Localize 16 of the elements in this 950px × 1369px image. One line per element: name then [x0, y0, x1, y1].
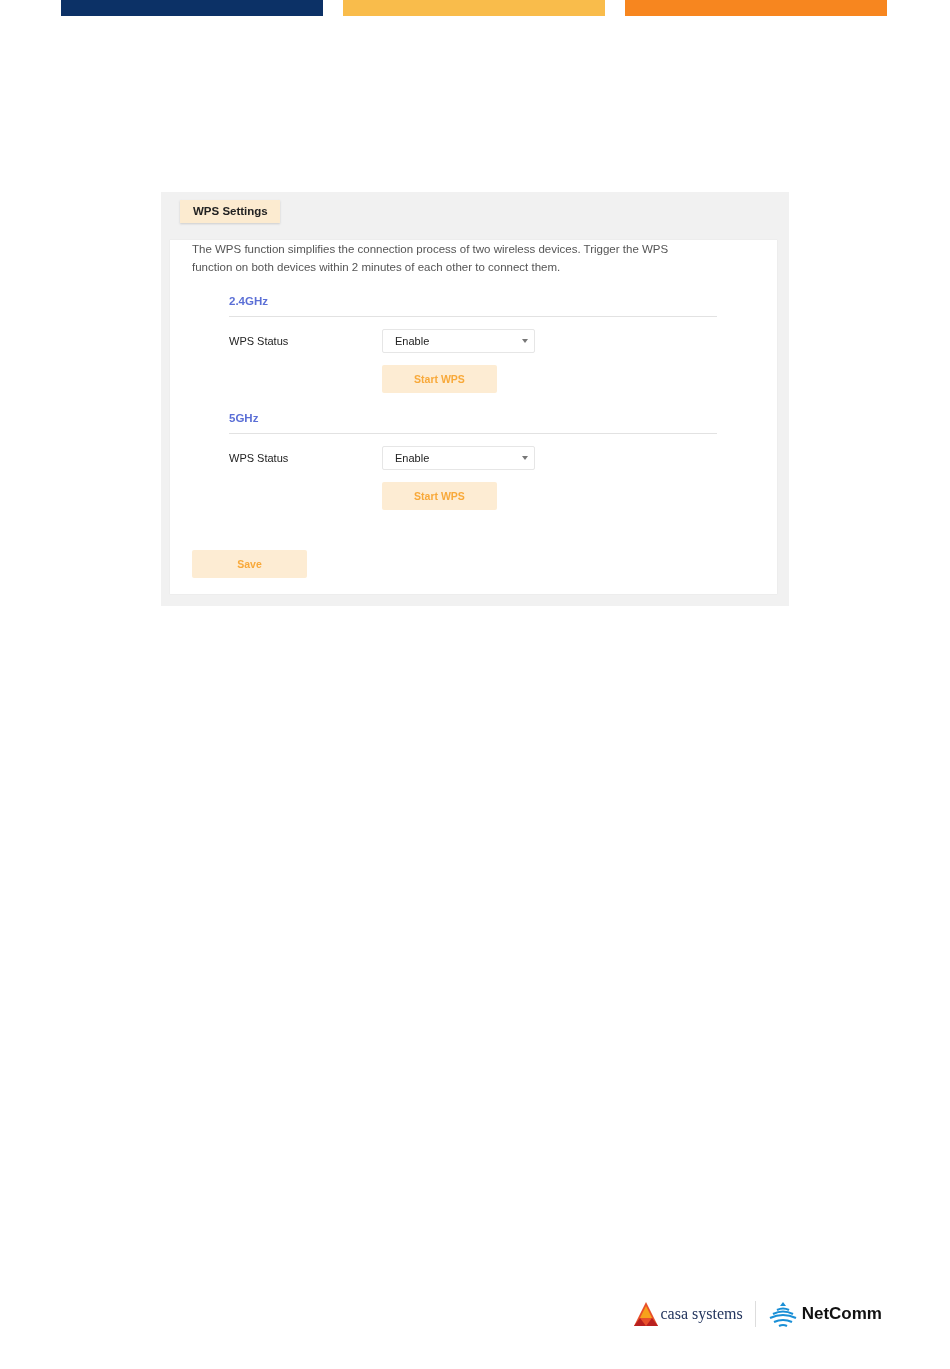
caret-icon [522, 339, 528, 343]
brand-name: casa systems [660, 1305, 743, 1323]
field-label: WPS Status [229, 452, 290, 464]
save-button[interactable]: Save [192, 550, 307, 578]
status-dropdown[interactable]: Enable [382, 329, 535, 353]
description-text: The WPS function simplifies the connection process of two wireless devices. Trigger the WPS function on both devices within 2 minutes of each other to connect them. [192, 242, 670, 275]
start-wps-button[interactable]: Start WPS [382, 365, 497, 393]
triangle-logo-icon [632, 1301, 659, 1327]
start-wps-button[interactable]: Start WPS [382, 482, 497, 510]
section-heading: 5GHz [229, 412, 259, 424]
brand-name: NetComm [801, 1304, 882, 1324]
wifi-logo-icon [767, 1301, 798, 1327]
caret-icon [522, 456, 528, 460]
status-dropdown[interactable]: Enable [382, 446, 535, 470]
section-heading: 2.4GHz [229, 295, 268, 307]
field-label: WPS Status [229, 335, 290, 347]
